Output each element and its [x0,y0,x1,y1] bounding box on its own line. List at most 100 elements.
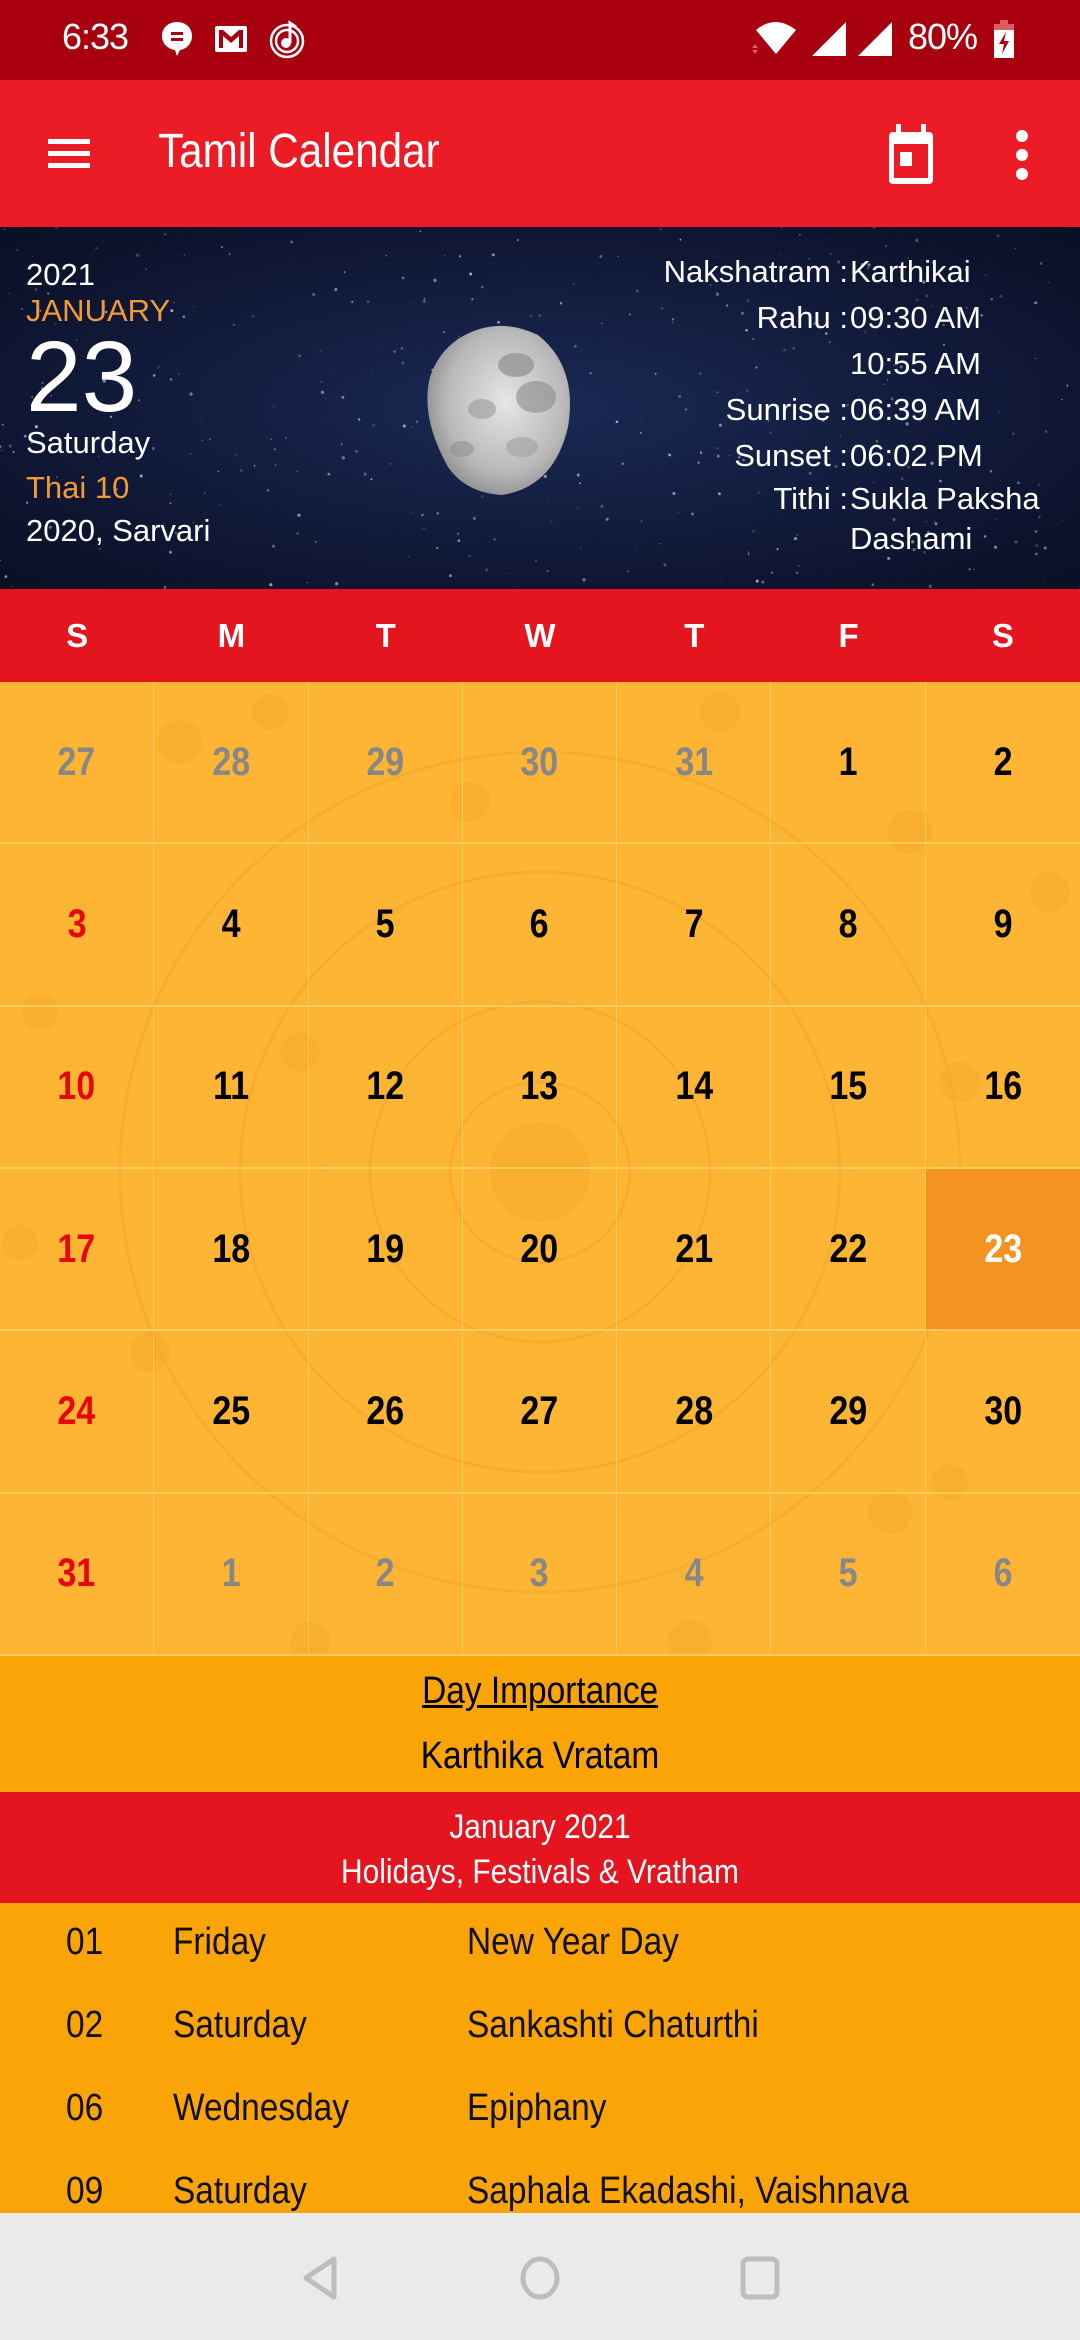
calendar-day[interactable]: 2 [308,1493,463,1656]
star [296,532,299,535]
more-vert-icon[interactable] [1000,120,1044,190]
calendar-day[interactable]: 2 [925,682,1080,845]
calendar-day[interactable]: 18 [154,1168,309,1332]
holiday-list[interactable]: 01 Friday New Year Day 02 Saturday Sanka… [0,1903,1080,2213]
calendar-day[interactable]: 22 [771,1168,926,1332]
calendar-day[interactable]: 31 [0,1493,155,1656]
home-icon[interactable] [510,2253,570,2303]
day-number: 17 [57,1226,96,1271]
calendar-day[interactable]: 14 [617,1006,772,1169]
calendar-day[interactable]: 5 [771,1493,926,1656]
back-icon[interactable] [290,2253,350,2303]
star [225,430,226,432]
hamburger-menu-icon[interactable] [40,125,100,181]
day-importance-section: Day Importance Karthika Vratam [0,1656,1080,1792]
holiday-row[interactable]: 02 Saturday Sankashti Chaturthi [0,1986,1080,2069]
star [525,265,527,268]
calendar-day[interactable]: 27 [0,682,155,845]
calendar-day[interactable]: 4 [154,844,309,1007]
calendar-day[interactable]: 12 [308,1006,463,1169]
holiday-row[interactable]: 01 Friday New Year Day [0,1903,1080,1986]
weekday-label: S [66,616,89,654]
calendar-day-selected[interactable]: 23 [925,1168,1080,1332]
holiday-weekday: Friday [173,1921,266,1963]
day-importance-title[interactable]: Day Importance [422,1670,658,1713]
holiday-date: 09 [66,2170,104,2212]
star [419,230,422,233]
calendar-day[interactable]: 15 [771,1006,926,1169]
star [444,255,446,257]
day-number: 1 [838,739,858,784]
calendar-day[interactable]: 5 [308,844,463,1007]
status-time: 6:33 [62,16,129,57]
calendar-day[interactable]: 7 [617,844,772,1007]
calendar-day[interactable]: 20 [462,1168,618,1332]
day-number: 31 [674,739,713,784]
weekday-label: F [838,616,859,654]
star [273,406,275,408]
holiday-name: Sankashti Chaturthi [467,2004,759,2046]
day-number: 16 [983,1064,1022,1109]
star [829,571,831,573]
calendar-day[interactable]: 3 [0,844,155,1007]
star [0,445,2,448]
star [320,381,323,383]
calendar-day[interactable]: 4 [617,1493,772,1656]
star [423,297,426,300]
star [345,331,347,333]
info-label: Rahu : [756,300,848,335]
panchang-info: Nakshatram : Karthikai Rahu : 09:30 AM 1… [545,249,1050,559]
star [8,292,10,295]
calendar-day[interactable]: 30 [925,1331,1080,1494]
star [355,449,358,453]
calendar-today-icon[interactable] [876,120,946,190]
calendar-day[interactable]: 27 [462,1331,618,1494]
info-label [545,341,850,387]
calendar-day[interactable]: 3 [462,1493,618,1656]
star [928,584,932,589]
calendar-day[interactable]: 6 [925,1494,1080,1656]
star [318,258,319,260]
calendar-day[interactable]: 24 [0,1331,155,1494]
calendar-day[interactable]: 16 [925,1007,1080,1169]
calendar-day[interactable]: 19 [308,1168,463,1332]
info-value: 09:30 AM [850,300,981,335]
calendar-day[interactable]: 1 [154,1493,309,1656]
star [385,254,388,257]
calendar-day[interactable]: 13 [462,1006,618,1169]
wifi-icon [752,20,798,58]
calendar-day[interactable]: 31 [617,682,772,845]
calendar-day[interactable]: 29 [771,1331,926,1494]
calendar-day[interactable]: 28 [154,682,309,845]
calendar-day[interactable]: 10 [0,1006,155,1169]
calendar-day[interactable]: 21 [617,1168,772,1332]
calendar-day[interactable]: 8 [771,844,926,1007]
holiday-row[interactable]: 06 Wednesday Epiphany [0,2069,1080,2152]
star [402,424,406,428]
star [413,303,415,305]
calendar-day[interactable]: 9 [925,844,1080,1007]
info-value: Karthikai [850,254,971,289]
calendar-day[interactable]: 29 [308,682,463,845]
holiday-row[interactable]: 09 Saturday Saphala Ekadashi, Vaishnava [0,2152,1080,2213]
calendar-day[interactable]: 25 [154,1331,309,1494]
day-number: 27 [57,739,96,784]
holiday-name: New Year Day [467,1921,679,1963]
star [363,472,367,476]
sunset-row: Sunset : 06:02 PM [545,433,1050,479]
star [830,238,832,240]
calendar-day[interactable]: 11 [154,1006,309,1169]
star [485,568,488,572]
day-number: 28 [674,1388,713,1433]
star [871,583,874,586]
calendar-day[interactable]: 26 [308,1331,463,1494]
recents-icon[interactable] [730,2253,790,2303]
calendar-day[interactable]: 1 [771,682,926,845]
calendar-day[interactable]: 17 [0,1168,155,1332]
star [508,572,511,574]
calendar-day[interactable]: 30 [462,682,618,845]
calendar-day[interactable]: 6 [462,844,618,1007]
star [422,299,426,303]
holiday-date: 01 [66,1921,104,1963]
calendar-day[interactable]: 28 [617,1331,772,1494]
